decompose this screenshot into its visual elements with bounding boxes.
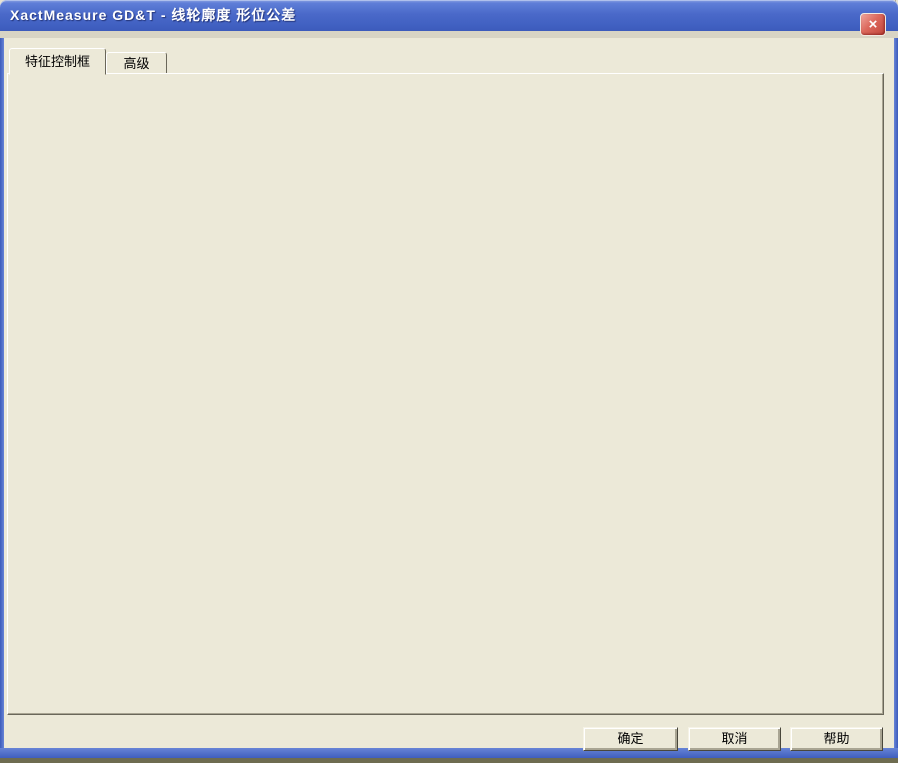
help-button[interactable]: 帮助 (790, 727, 883, 751)
cancel-button[interactable]: 取消 (688, 727, 781, 751)
dialog-border-shadow (0, 758, 898, 763)
tab-advanced[interactable]: 高级 (106, 52, 167, 75)
tab-feature-control-frame[interactable]: 特征控制框 (9, 48, 106, 75)
window-title: XactMeasure GD&T - 线轮廓度 形位公差 (10, 0, 296, 31)
dialog-window: XactMeasure GD&T - 线轮廓度 形位公差 × 特征控制框 高级 … (0, 0, 898, 763)
tab-page (7, 73, 884, 715)
dialog-border-right (894, 38, 898, 748)
titlebar[interactable]: XactMeasure GD&T - 线轮廓度 形位公差 × (0, 0, 898, 31)
ok-button[interactable]: 确定 (583, 727, 678, 751)
dialog-border-left (0, 38, 4, 748)
close-icon[interactable]: × (860, 13, 886, 36)
